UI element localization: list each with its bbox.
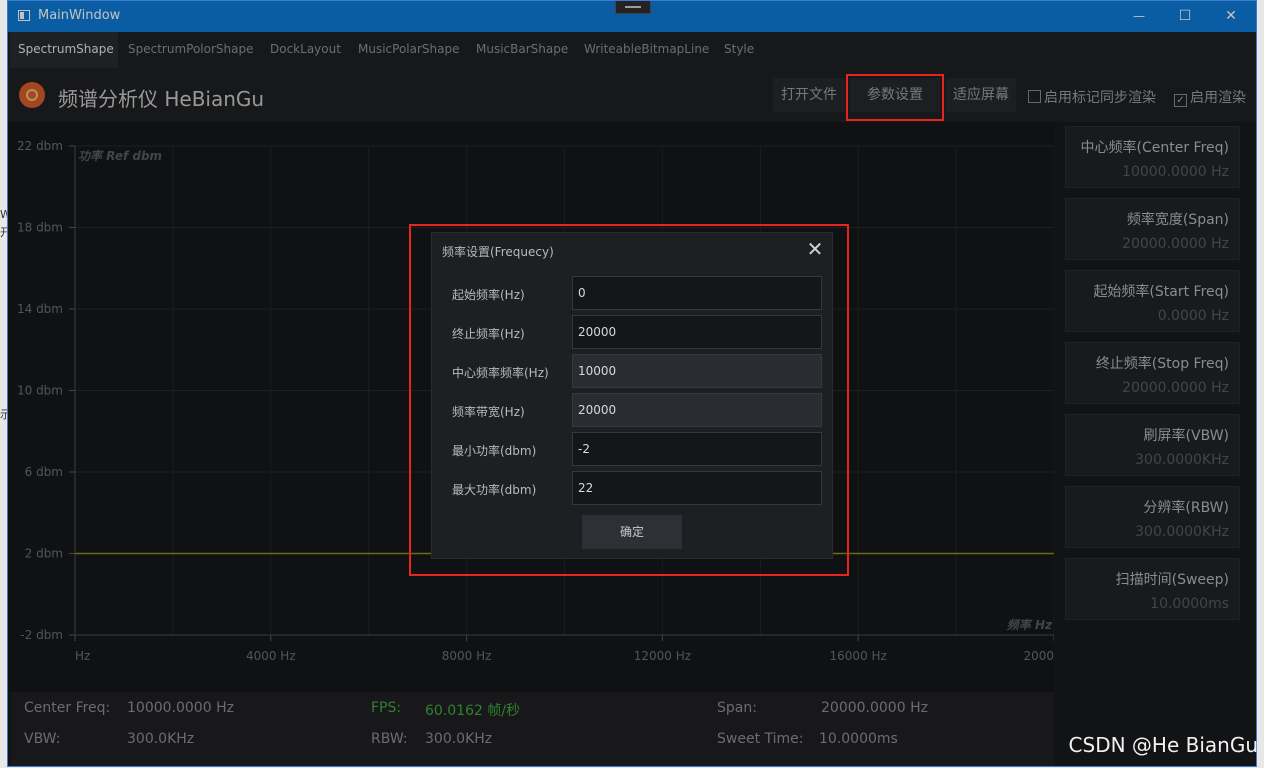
highlight-params-button [846,74,944,121]
main-window: MainWindow — ☐ ✕ SpectrumShape SpectrumP… [7,0,1257,767]
watermark: CSDN @He BianGu [1068,733,1258,757]
highlight-dialog [409,224,849,576]
